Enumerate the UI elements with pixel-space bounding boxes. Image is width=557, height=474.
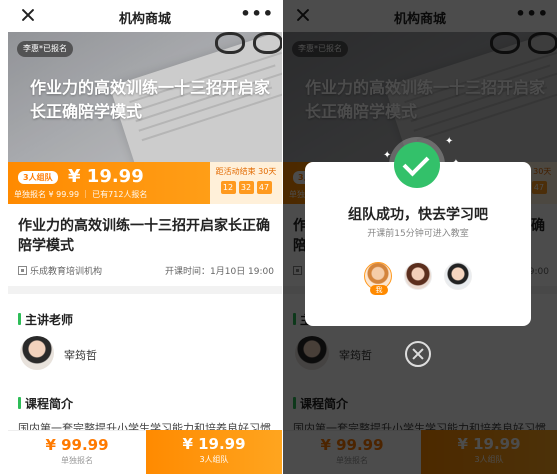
team-members: 我 (305, 262, 531, 295)
building-icon (18, 266, 27, 275)
member-avatar (444, 262, 472, 290)
divider (8, 286, 282, 294)
hero-title: 作业力的高效训练一十三招开启家长正确陪学模式 (30, 78, 271, 121)
check-icon (394, 142, 440, 188)
more-icon[interactable]: ••• (240, 6, 274, 22)
course-title: 作业力的高效训练一十三招开启家长正确陪学模式 (18, 218, 270, 254)
countdown-seconds: 47 (256, 181, 272, 194)
nav-bar: 机构商城 ••• (8, 0, 282, 32)
group-price: ¥ 19.99 (68, 166, 144, 187)
group-promo-bar: 3人组队 ¥ 19.99 单独报名 ¥ 99.99 ｜ 已有712人报名 距活动… (8, 162, 282, 204)
course-detail-screen-modal: 机构商城 ••• 李惠*已报名 作业力的高效训练一十三招开启家长正确陪学模式 3… (283, 0, 557, 474)
intro-heading: 课程简介 (18, 395, 73, 412)
single-enroll-button[interactable]: ¥ 99.99 单独报名 (8, 430, 146, 474)
countdown: 距活动结束 30天 12 32 47 (210, 162, 282, 204)
start-time: 开课时间：1月10日 19:00 (165, 267, 274, 277)
countdown-minutes: 32 (238, 181, 254, 194)
purchase-footer: ¥ 99.99 单独报名 ¥ 19.99 3人组队 (8, 430, 282, 474)
teacher-heading: 主讲老师 (18, 311, 73, 328)
course-info: 作业力的高效训练一十三招开启家长正确陪学模式 乐成教育培训机构 开课时间：1月1… (8, 204, 282, 286)
teacher-name: 宰筠哲 (64, 349, 97, 362)
me-badge: 我 (370, 285, 388, 295)
countdown-hours: 12 (220, 181, 236, 194)
group-label: 3人组队 (199, 455, 229, 464)
group-price-footer: ¥ 19.99 (182, 435, 246, 453)
member-avatar: 我 (364, 262, 392, 295)
enrolled-tag: 李惠*已报名 (17, 41, 73, 57)
close-modal-icon[interactable] (405, 341, 431, 367)
single-label: 单独报名 (61, 456, 93, 465)
promo-subtext: 单独报名 ¥ 99.99 ｜ 已有712人报名 (14, 190, 148, 199)
member-avatar (404, 262, 432, 290)
org-name[interactable]: 乐成教育培训机构 (30, 267, 102, 277)
group-enroll-button[interactable]: ¥ 19.99 3人组队 (146, 430, 282, 474)
sparkle-icon: ✦ (453, 158, 459, 166)
sparkle-icon: ✦ (445, 136, 454, 147)
hero-banner: 李惠*已报名 作业力的高效训练一十三招开启家长正确陪学模式 (8, 32, 282, 162)
success-modal: ✦ ✦ ✦ 组队成功，快去学习吧 开课前15分钟可进入教室 我 (305, 136, 531, 326)
course-detail-screen: 机构商城 ••• 李惠*已报名 作业力的高效训练一十三招开启家长正确陪学模式 3… (8, 0, 282, 474)
group-badge: 3人组队 (18, 171, 58, 184)
modal-title: 组队成功，快去学习吧 (348, 207, 488, 223)
single-price: ¥ 99.99 (45, 436, 109, 454)
modal-subtitle: 开课前15分钟可进入教室 (367, 229, 469, 239)
teacher-avatar[interactable] (20, 336, 54, 370)
countdown-label: 距活动结束 30天 (215, 167, 277, 176)
sparkle-icon: ✦ (383, 150, 392, 161)
